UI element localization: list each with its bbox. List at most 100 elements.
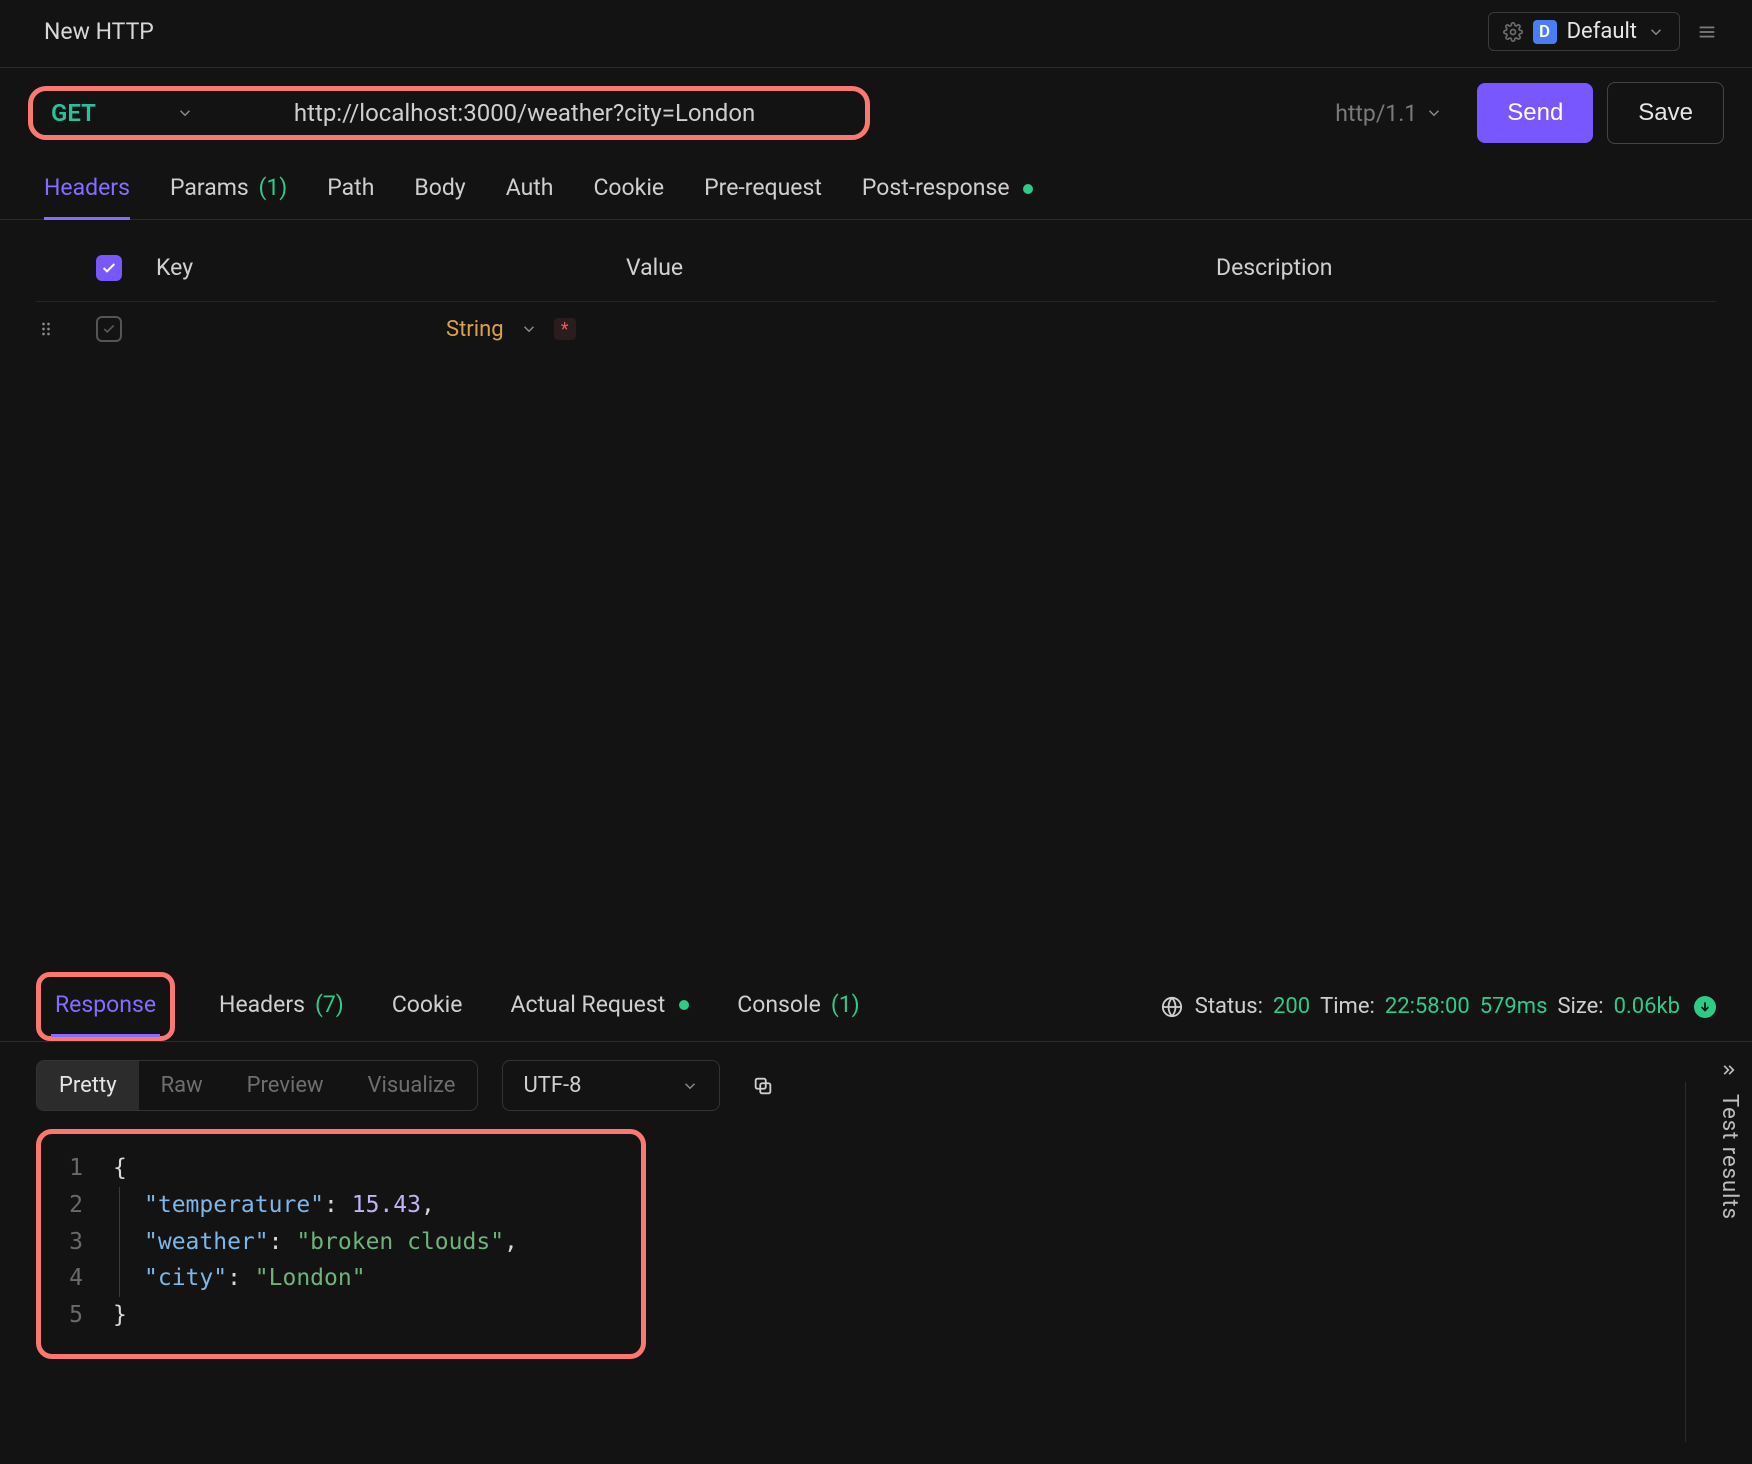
- chevron-down-icon: [1425, 104, 1443, 122]
- view-mode-segment: Pretty Raw Preview Visualize: [36, 1060, 478, 1111]
- status-code: 200: [1273, 994, 1310, 1019]
- code-token: }: [113, 1297, 127, 1334]
- format-bar: Pretty Raw Preview Visualize UTF-8: [0, 1042, 1752, 1129]
- tab-actual-request-label: Actual Request: [510, 991, 665, 1018]
- view-preview[interactable]: Preview: [225, 1061, 346, 1110]
- gear-icon: [1503, 22, 1523, 42]
- time-label: Time:: [1320, 994, 1375, 1019]
- line-number: 2: [59, 1187, 83, 1224]
- row-checkbox[interactable]: [96, 316, 122, 342]
- environment-badge: D: [1533, 20, 1557, 44]
- col-value: Value: [626, 254, 1216, 281]
- status-label: Status:: [1195, 994, 1263, 1019]
- drag-handle-icon[interactable]: [36, 319, 96, 339]
- console-count: (1): [831, 991, 860, 1018]
- line-number: 3: [59, 1224, 83, 1261]
- headers-table-head: Key Value Description: [36, 244, 1716, 301]
- dot-indicator-icon: [679, 1000, 689, 1010]
- save-button[interactable]: Save: [1607, 82, 1724, 144]
- code-token: {: [113, 1150, 127, 1187]
- line-number: 1: [59, 1150, 83, 1187]
- table-row: String *: [36, 301, 1716, 356]
- col-key: Key: [156, 254, 626, 281]
- http-method-selector[interactable]: GET: [51, 99, 294, 127]
- dot-indicator-icon: [1023, 184, 1033, 194]
- download-icon[interactable]: [1694, 996, 1716, 1018]
- tab-auth[interactable]: Auth: [506, 166, 554, 219]
- view-pretty[interactable]: Pretty: [37, 1061, 139, 1110]
- code-line: 5 }: [59, 1297, 623, 1334]
- tab-headers[interactable]: Headers: [44, 166, 130, 219]
- code-token: "city": "London": [119, 1260, 366, 1297]
- tab-body[interactable]: Body: [414, 166, 465, 219]
- chevron-down-icon: [176, 104, 194, 122]
- response-status-bar: Status: 200 Time: 22:58:00 579ms Size: 0…: [1161, 994, 1716, 1019]
- headers-table: Key Value Description String *: [0, 220, 1752, 356]
- encoding-selector[interactable]: UTF-8: [502, 1060, 720, 1111]
- encoding-label: UTF-8: [523, 1073, 581, 1098]
- code-line: 3 "weather": "broken clouds",: [59, 1224, 623, 1261]
- environment-selector[interactable]: D Default: [1488, 12, 1680, 51]
- tab-path[interactable]: Path: [327, 166, 374, 219]
- environment-name: Default: [1567, 19, 1637, 44]
- view-raw[interactable]: Raw: [139, 1061, 225, 1110]
- menu-icon[interactable]: [1690, 17, 1724, 47]
- globe-icon: [1161, 996, 1183, 1018]
- row-type[interactable]: String: [446, 317, 504, 342]
- url-input[interactable]: http://localhost:3000/weather?city=Londo…: [294, 99, 755, 127]
- line-number: 5: [59, 1297, 83, 1334]
- request-tabs: Headers Params (1) Path Body Auth Cookie…: [0, 158, 1752, 220]
- tab-cookie[interactable]: Cookie: [593, 166, 664, 219]
- size-value: 0.06kb: [1614, 994, 1680, 1019]
- code-line: 2 "temperature": 15.43,: [59, 1187, 623, 1224]
- chevron-down-icon: [1647, 23, 1665, 41]
- tab-prerequest[interactable]: Pre-request: [704, 166, 822, 219]
- url-row: GET http://localhost:3000/weather?city=L…: [0, 68, 1752, 158]
- params-count: (1): [258, 174, 287, 201]
- row-type-cell: String *: [446, 317, 626, 342]
- test-results-panel-toggle[interactable]: Test results: [1717, 1060, 1742, 1220]
- time-ms: 579ms: [1480, 994, 1548, 1019]
- chevron-down-icon[interactable]: [520, 320, 538, 338]
- required-asterisk-icon: *: [554, 318, 576, 340]
- col-description: Description: [1216, 254, 1716, 281]
- protocol-selector[interactable]: http/1.1: [1335, 100, 1463, 127]
- request-title[interactable]: New HTTP: [44, 18, 154, 45]
- vertical-divider: [1685, 1082, 1686, 1442]
- copy-icon[interactable]: [744, 1067, 782, 1105]
- response-body-box: 1 { 2 "temperature": 15.43, 3 "weather":…: [36, 1129, 646, 1359]
- line-number: 4: [59, 1260, 83, 1297]
- http-method: GET: [51, 99, 96, 127]
- code-token: "weather": "broken clouds",: [119, 1224, 518, 1261]
- tab-params-label: Params: [170, 174, 249, 201]
- test-results-label: Test results: [1717, 1094, 1742, 1220]
- tab-response[interactable]: Response: [51, 977, 160, 1036]
- tab-actual-request[interactable]: Actual Request: [506, 977, 693, 1036]
- topbar: New HTTP D Default: [0, 0, 1752, 68]
- url-actions: http/1.1 Send Save: [1335, 82, 1724, 144]
- chevron-down-icon: [681, 1077, 699, 1095]
- tab-postresponse-label: Post-response: [862, 174, 1010, 201]
- tab-console-label: Console: [737, 991, 821, 1018]
- code-token: "temperature": 15.43,: [119, 1187, 435, 1224]
- chevron-left-icon: [1720, 1060, 1740, 1080]
- topbar-right: D Default: [1488, 12, 1724, 51]
- size-label: Size:: [1557, 994, 1603, 1019]
- response-tabs: Response Headers (7) Cookie Actual Reque…: [0, 960, 1752, 1042]
- tab-response-headers[interactable]: Headers (7): [215, 977, 348, 1036]
- protocol-label: http/1.1: [1335, 100, 1417, 127]
- tab-console[interactable]: Console (1): [733, 977, 863, 1036]
- response-section: Response Headers (7) Cookie Actual Reque…: [0, 960, 1752, 1359]
- tab-postresponse[interactable]: Post-response: [862, 166, 1033, 219]
- tab-params[interactable]: Params (1): [170, 166, 287, 219]
- url-highlight-box: GET http://localhost:3000/weather?city=L…: [28, 86, 870, 140]
- response-headers-count: (7): [315, 991, 344, 1018]
- code-line: 4 "city": "London": [59, 1260, 623, 1297]
- tab-response-cookie[interactable]: Cookie: [388, 977, 467, 1036]
- response-tab-highlight: Response: [36, 972, 175, 1041]
- checkbox-all[interactable]: [96, 255, 122, 281]
- send-button[interactable]: Send: [1477, 83, 1593, 143]
- view-visualize[interactable]: Visualize: [346, 1061, 478, 1110]
- time-clock: 22:58:00: [1385, 994, 1470, 1019]
- code-line: 1 {: [59, 1150, 623, 1187]
